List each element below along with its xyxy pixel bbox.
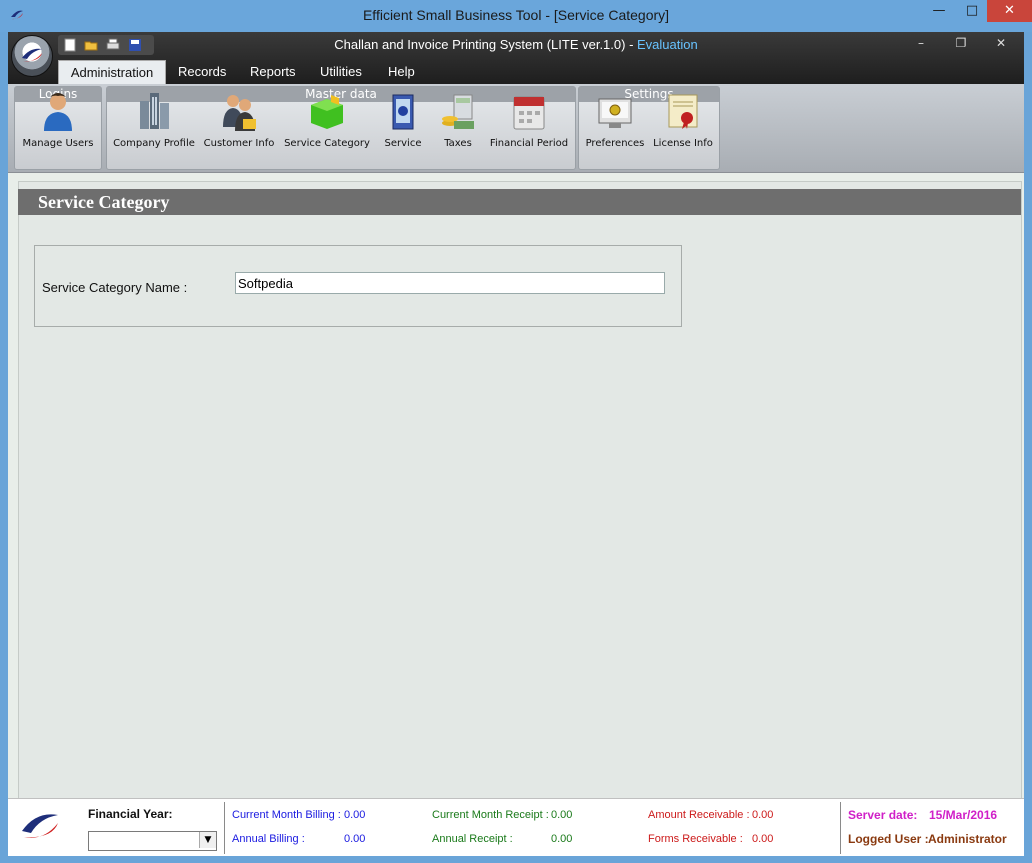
current-month-receipt-label: Current Month Receipt : [432, 809, 549, 821]
logged-user-label: Logged User : [848, 832, 929, 846]
preferences-label: Preferences [585, 138, 645, 149]
window-title: Efficient Small Business Tool - [Service… [362, 7, 670, 23]
company-profile-button[interactable]: Company Profile [109, 91, 199, 153]
taxes-label: Taxes [444, 138, 472, 149]
divider [224, 802, 225, 854]
license-info-button[interactable]: License Info [649, 91, 717, 153]
amount-receivable-label: Amount Receivable : [648, 809, 750, 821]
customer-info-button[interactable]: Customer Info [199, 91, 279, 153]
divider [840, 802, 841, 854]
annual-receipt-value: 0.00 [551, 833, 573, 845]
preferences-icon [598, 98, 632, 128]
financial-year-label: Financial Year: [88, 807, 173, 821]
company-logo-icon [22, 814, 58, 838]
ribbon-group-settings: Preferences License Info Settings [578, 86, 720, 170]
server-date-value: 15/Mar/2016 [929, 808, 998, 822]
ribbon: Manage Users Logins Company Profile Cust… [8, 84, 1024, 173]
close-button[interactable]: ✕ [987, 0, 1032, 22]
service-category-name-label: Service Category Name : [42, 280, 188, 295]
app-minimize-button[interactable]: – [906, 34, 936, 52]
app-title-main: Challan and Invoice Printing System (LIT… [334, 37, 638, 52]
app-close-button[interactable]: ✕ [986, 34, 1016, 52]
menu-records[interactable]: Records [178, 62, 226, 82]
maximize-button[interactable]: □ [957, 0, 987, 22]
forms-receivable-value: 0.00 [752, 833, 774, 845]
manage-users-label: Manage Users [22, 138, 94, 149]
service-button[interactable]: Service [375, 91, 431, 153]
user-icon [44, 93, 72, 131]
taxes-button[interactable]: Taxes [431, 91, 485, 153]
app-restore-button[interactable]: ❐ [946, 34, 976, 52]
current-month-billing-label: Current Month Billing : [232, 809, 341, 821]
customer-info-label: Customer Info [203, 138, 275, 149]
menu-help[interactable]: Help [388, 62, 415, 82]
taxes-icon [442, 94, 474, 129]
current-month-receipt-value: 0.00 [551, 809, 573, 821]
manage-users-button[interactable]: Manage Users [15, 91, 101, 153]
company-profile-label: Company Profile [113, 138, 195, 149]
chevron-down-icon[interactable]: ▼ [199, 832, 216, 848]
server-date-label: Server date: [848, 808, 918, 822]
calendar-icon [513, 96, 545, 130]
preferences-button[interactable]: Preferences [581, 91, 649, 153]
financial-period-label: Financial Period [489, 138, 569, 149]
license-info-label: License Info [653, 138, 713, 149]
financial-year-select[interactable]: ▼ [88, 831, 217, 851]
service-category-form: Service Category Name : [34, 245, 682, 327]
annual-billing-value: 0.00 [344, 833, 366, 845]
ribbon-group-master-data: Company Profile Customer Info Service Ca… [106, 86, 576, 170]
current-month-billing-value: 0.00 [344, 809, 366, 821]
annual-receipt-label: Annual Receipt : [432, 833, 513, 845]
window-titlebar[interactable]: Efficient Small Business Tool - [Service… [0, 0, 1032, 32]
financial-period-button[interactable]: Financial Period [485, 91, 573, 153]
menu-reports[interactable]: Reports [250, 62, 296, 82]
logged-user-value: Administrator [928, 832, 1007, 846]
app-frame: Challan and Invoice Printing System (LIT… [8, 32, 1024, 856]
app-title: Challan and Invoice Printing System (LIT… [8, 37, 1024, 52]
customers-icon [223, 95, 256, 131]
service-label: Service [384, 138, 422, 149]
status-bar: Financial Year: ▼ Current Month Billing … [8, 798, 1024, 856]
app-title-edition: Evaluation [637, 37, 698, 52]
menu-administration[interactable]: Administration [58, 60, 166, 85]
panel-header: Service Category [18, 189, 1021, 215]
service-category-name-input[interactable] [235, 272, 665, 294]
annual-billing-label: Annual Billing : [232, 833, 305, 845]
category-icon [311, 95, 343, 129]
app-titlebar: Challan and Invoice Printing System (LIT… [8, 32, 1024, 85]
service-category-label: Service Category [284, 138, 370, 149]
menu-label: Administration [70, 65, 154, 80]
service-category-button[interactable]: Service Category [279, 91, 375, 153]
amount-receivable-value: 0.00 [752, 809, 774, 821]
page-title: Service Category [38, 192, 170, 212]
service-icon [392, 94, 414, 130]
menu-utilities[interactable]: Utilities [320, 62, 362, 82]
minimize-button[interactable]: — [921, 0, 957, 22]
ribbon-group-logins: Manage Users Logins [14, 86, 102, 170]
buildings-icon [140, 93, 169, 129]
forms-receivable-label: Forms Receivable : [648, 833, 743, 845]
certificate-icon [668, 94, 698, 129]
